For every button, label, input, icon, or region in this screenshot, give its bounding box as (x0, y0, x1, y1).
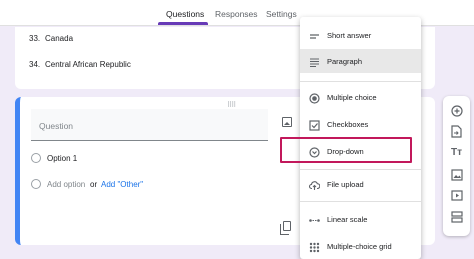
list-item: Canada (45, 34, 74, 43)
linear-scale-icon (309, 213, 320, 224)
paragraph-icon (309, 55, 320, 68)
title-text-icon[interactable]: Tт (449, 145, 464, 160)
question-input[interactable]: Question (31, 109, 268, 141)
section-icon[interactable] (449, 209, 464, 224)
video-icon[interactable] (449, 188, 464, 203)
image-icon[interactable] (449, 167, 464, 182)
menu-divider (300, 169, 421, 170)
list-item: Central African Republic (45, 60, 131, 69)
menu-item-multiple-choice-grid[interactable]: Multiple-choice grid (300, 234, 421, 258)
tab-responses[interactable]: Responses (215, 9, 258, 19)
list-item-number: 34. (29, 60, 41, 69)
drop-down-highlight-box (280, 137, 412, 163)
menu-item-label: Multiple-choice grid (327, 242, 392, 251)
checkbox-icon (309, 118, 320, 131)
list-item-number: 33. (29, 34, 41, 43)
menu-item-short-answer[interactable]: Short answer (300, 23, 421, 47)
option-1-input[interactable]: Option 1 (47, 154, 77, 163)
drag-handle-icon[interactable]: ⠿⠿ (227, 101, 236, 109)
tab-settings[interactable]: Settings (266, 9, 297, 19)
side-toolbar: Tт (443, 96, 470, 236)
menu-item-paragraph[interactable]: Paragraph (300, 49, 421, 73)
add-other-button[interactable]: Add "Other" (101, 180, 143, 189)
menu-item-label: Paragraph (327, 57, 363, 66)
menu-item-label: Short answer (327, 31, 372, 40)
grid-icon (309, 240, 320, 253)
menu-item-label: Multiple choice (327, 93, 377, 102)
menu-item-label: Linear scale (327, 215, 368, 224)
image-icon[interactable] (282, 117, 292, 127)
duplicate-icon[interactable] (280, 221, 291, 235)
active-tab-indicator (158, 22, 208, 25)
cloud-upload-icon (308, 178, 321, 190)
add-circle-icon[interactable] (449, 103, 464, 118)
short-answer-icon (309, 29, 320, 40)
menu-item-checkboxes[interactable]: Checkboxes (300, 112, 421, 136)
add-option-button[interactable]: Add option (47, 180, 85, 189)
menu-divider (300, 81, 421, 82)
import-icon[interactable] (449, 124, 464, 139)
question-placeholder: Question (39, 121, 74, 131)
radio-icon (31, 153, 41, 163)
tab-questions[interactable]: Questions (166, 9, 204, 19)
menu-divider (300, 201, 421, 202)
menu-item-label: File upload (327, 180, 364, 189)
menu-item-label: Checkboxes (327, 120, 369, 129)
menu-item-file-upload[interactable]: File upload (300, 172, 421, 196)
menu-item-linear-scale[interactable]: Linear scale (300, 207, 421, 231)
radio-button-icon (309, 91, 320, 104)
or-text: or (90, 180, 98, 189)
menu-item-multiple-choice[interactable]: Multiple choice (300, 85, 421, 109)
radio-icon (31, 179, 41, 189)
